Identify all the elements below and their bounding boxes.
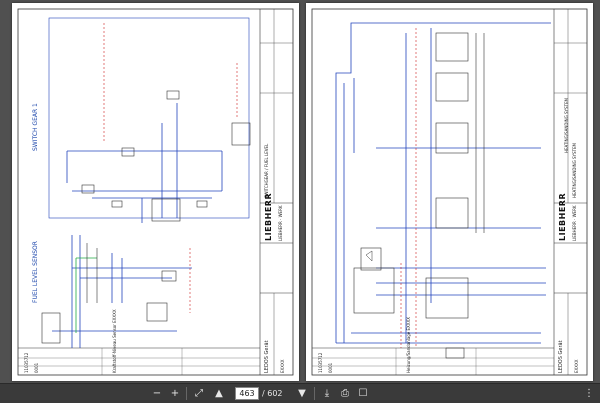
drawing-sheet: 0001 [328,362,333,373]
zoom-in-icon[interactable]: + [168,387,182,400]
unit-code: EXXXX [280,359,285,374]
brand-subtitle: LIEBHERR · WERK [572,205,577,241]
toolbar-divider [186,387,187,400]
brand-logo: LIEBHERR [558,192,567,241]
zoom-out-icon[interactable]: − [150,387,164,400]
drawing-code: 11035712 [318,352,323,373]
schematic-page-left: SWITCH GEAR 1 FUEL LEVEL SENSOR LIEBHERR… [12,3,299,381]
toolbar-divider [314,387,315,400]
doc-title: LEDOS Gerät [558,340,564,373]
document-viewer[interactable]: SWITCH GEAR 1 FUEL LEVEL SENSOR LIEBHERR… [0,0,600,383]
section-title-switch-gear: SWITCH GEAR 1 [32,103,39,151]
download-icon[interactable]: ⤓ [320,387,334,400]
print-icon[interactable]: ⎙ [338,387,352,400]
fit-page-icon[interactable]: ⤢ [192,387,206,400]
page-navigator: 463 / 602 [235,387,283,400]
next-page-icon[interactable]: ▼ [295,387,309,400]
brand-subtitle: LIEBHERR · WERK [278,205,283,241]
schematic-page-right: HEATING/SANDING SYSTEM LIEBHERR LIEBHERR… [306,3,593,381]
brand-logo: LIEBHERR [264,192,273,241]
designation: SWITCHGEAR / FUEL LEVEL [264,143,269,198]
unit-code: EXXXX [574,359,579,374]
doc-title: LEDOS Gerät [264,340,270,373]
more-icon[interactable]: ⋮ [582,387,596,400]
page-number-input[interactable]: 463 [235,387,259,400]
section-title-heating: HEATING/SANDING SYSTEM [564,98,569,153]
schematic-drawing-right [311,8,588,376]
project-name: Kraftstoff-Niveau Sensor EXXXX [112,309,117,373]
project-name: Heizung/Sandanlage EXXXX [406,316,411,373]
designation: HEATING/SANDING SYSTEM [572,143,577,198]
page-total: / 602 [262,389,283,398]
bookmark-icon[interactable]: ☐ [356,387,370,400]
schematic-drawing-left [17,8,294,376]
prev-page-icon[interactable]: ▲ [212,387,226,400]
drawing-code: 11035712 [24,352,29,373]
drawing-sheet: 0001 [34,362,39,373]
section-title-fuel-level: FUEL LEVEL SENSOR [32,241,39,303]
viewer-toolbar: − + ⤢ ▲ 463 / 602 ▼ ⤓ ⎙ ☐ ⋮ [0,383,600,403]
